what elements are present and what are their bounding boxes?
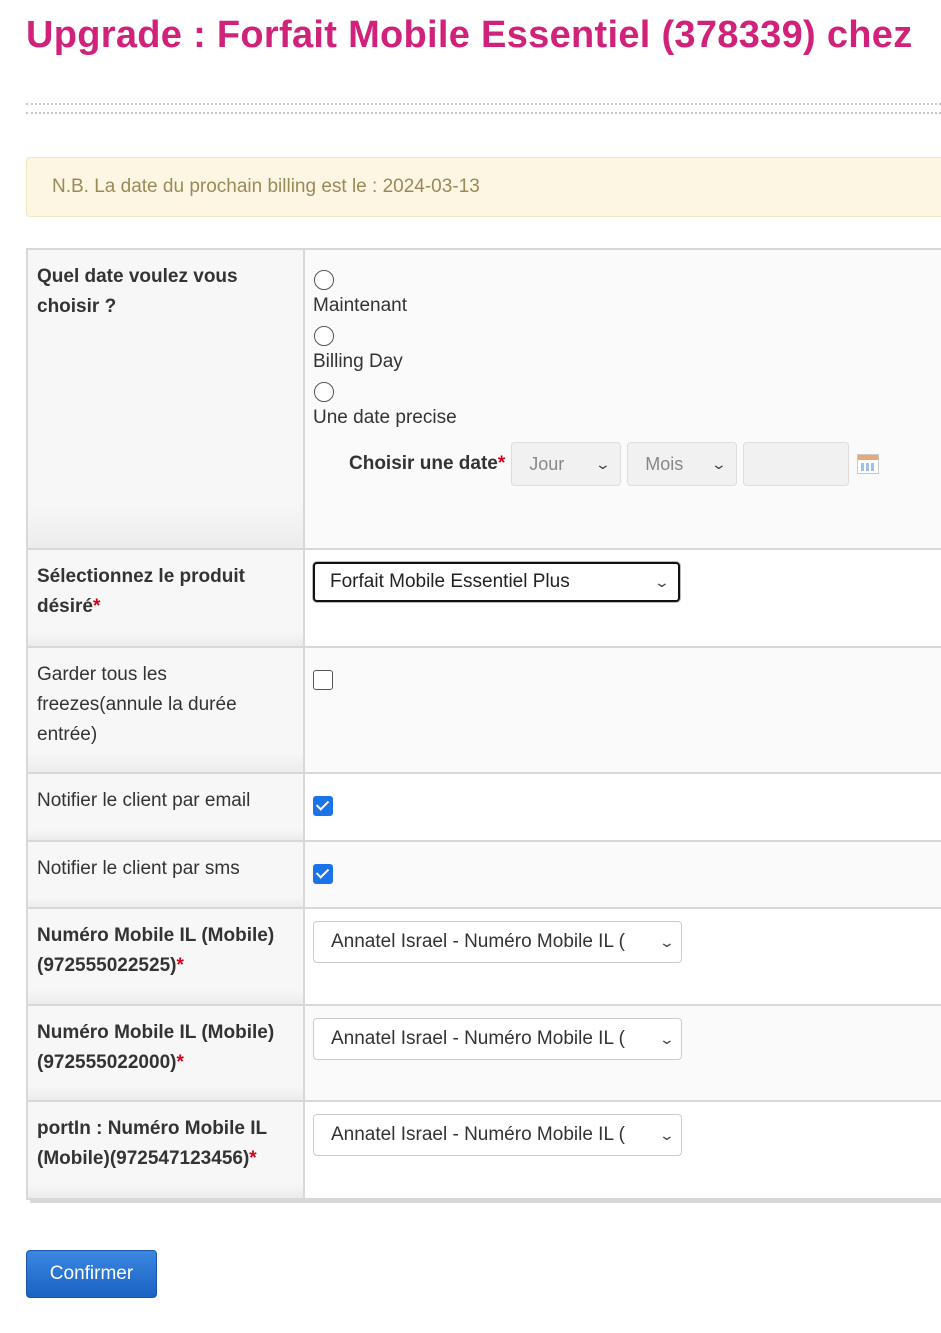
radio-now-label: Maintenant — [313, 295, 408, 316]
radio-option-now[interactable]: Maintenant — [313, 270, 941, 318]
number-field: Annatel Israel - Numéro Mobile IL ( ⌄ — [304, 1101, 941, 1200]
notify-sms-checkbox[interactable] — [313, 864, 333, 884]
number-field: Annatel Israel - Numéro Mobile IL ( ⌄ — [304, 1005, 941, 1102]
number-row: portIn : Numéro Mobile IL (Mobile)(97254… — [27, 1101, 941, 1200]
radio-precise-date-label: Une date precise — [313, 407, 457, 428]
upgrade-form-table: Quel date voulez vous choisir ? Maintena… — [26, 248, 941, 1200]
month-select[interactable]: Mois ⌄ — [627, 442, 738, 486]
radio-billing-day-label: Billing Day — [313, 351, 403, 372]
number-select[interactable]: Annatel Israel - Numéro Mobile IL ( ⌄ — [313, 1018, 682, 1060]
date-choice-field: Maintenant Billing Day Une date precise … — [304, 249, 941, 550]
day-select[interactable]: Jour ⌄ — [511, 442, 622, 486]
product-select-value: Forfait Mobile Essentiel Plus — [330, 571, 570, 592]
day-select-value: Jour — [529, 454, 565, 474]
product-select[interactable]: Forfait Mobile Essentiel Plus ⌄ — [313, 562, 680, 602]
number-row: Numéro Mobile IL (Mobile)(972555022000)*… — [27, 1005, 941, 1102]
number-select-value: Annatel Israel - Numéro Mobile IL ( — [331, 931, 625, 952]
date-choice-row: Quel date voulez vous choisir ? Maintena… — [27, 249, 941, 550]
calendar-icon[interactable] — [857, 454, 880, 474]
confirm-button[interactable]: Confirmer — [26, 1250, 157, 1298]
notify-sms-label: Notifier le client par sms — [27, 841, 305, 909]
chevron-down-icon: ⌄ — [658, 1031, 676, 1047]
month-select-value: Mois — [645, 454, 684, 474]
chevron-down-icon: ⌄ — [658, 1127, 676, 1143]
notify-sms-row: Notifier le client par sms — [27, 841, 941, 909]
number-label: Numéro Mobile IL (Mobile)(972555022000)* — [27, 1005, 305, 1102]
radio-option-precise-date[interactable]: Une date precise — [313, 382, 941, 430]
billing-date-note: N.B. La date du prochain billing est le … — [26, 157, 941, 217]
dotted-divider — [26, 103, 941, 114]
freezes-field — [304, 647, 941, 774]
chevron-down-icon: ⌄ — [658, 934, 676, 950]
choose-date-label: Choisir une date* — [349, 453, 506, 474]
notify-email-field — [304, 773, 941, 842]
number-select[interactable]: Annatel Israel - Numéro Mobile IL ( ⌄ — [313, 921, 682, 963]
choose-date-row: Choisir une date* Jour ⌄ Mois ⌄ — [349, 440, 941, 488]
product-label: Sélectionnez le produit désiré* — [27, 549, 305, 648]
chevron-down-icon: ⌄ — [710, 456, 727, 472]
number-label: Numéro Mobile IL (Mobile)(972555022525)* — [27, 908, 305, 1006]
number-label: portIn : Numéro Mobile IL (Mobile)(97254… — [27, 1101, 305, 1200]
radio-billing-day[interactable] — [314, 326, 334, 346]
number-select-value: Annatel Israel - Numéro Mobile IL ( — [331, 1124, 625, 1145]
year-input[interactable] — [743, 442, 850, 486]
number-row: Numéro Mobile IL (Mobile)(972555022525)*… — [27, 908, 941, 1006]
chevron-down-icon: ⌄ — [594, 456, 611, 472]
freezes-row: Garder tous les freezes(annule la durée … — [27, 647, 941, 774]
number-select[interactable]: Annatel Israel - Numéro Mobile IL ( ⌄ — [313, 1114, 682, 1156]
product-row: Sélectionnez le produit désiré* Forfait … — [27, 549, 941, 648]
radio-precise-date[interactable] — [314, 382, 334, 402]
date-choice-label: Quel date voulez vous choisir ? — [27, 249, 305, 550]
radio-option-billing-day[interactable]: Billing Day — [313, 326, 941, 374]
product-field: Forfait Mobile Essentiel Plus ⌄ — [304, 549, 941, 648]
notify-email-label: Notifier le client par email — [27, 773, 305, 842]
freezes-label: Garder tous les freezes(annule la durée … — [27, 647, 305, 774]
radio-now[interactable] — [314, 270, 334, 290]
page-title: Upgrade : Forfait Mobile Essentiel (3783… — [26, 14, 913, 56]
chevron-down-icon: ⌄ — [653, 574, 671, 590]
notify-email-row: Notifier le client par email — [27, 773, 941, 842]
number-field: Annatel Israel - Numéro Mobile IL ( ⌄ — [304, 908, 941, 1006]
freezes-checkbox[interactable] — [313, 670, 333, 690]
notify-email-checkbox[interactable] — [313, 796, 333, 816]
notify-sms-field — [304, 841, 941, 909]
number-select-value: Annatel Israel - Numéro Mobile IL ( — [331, 1028, 625, 1049]
